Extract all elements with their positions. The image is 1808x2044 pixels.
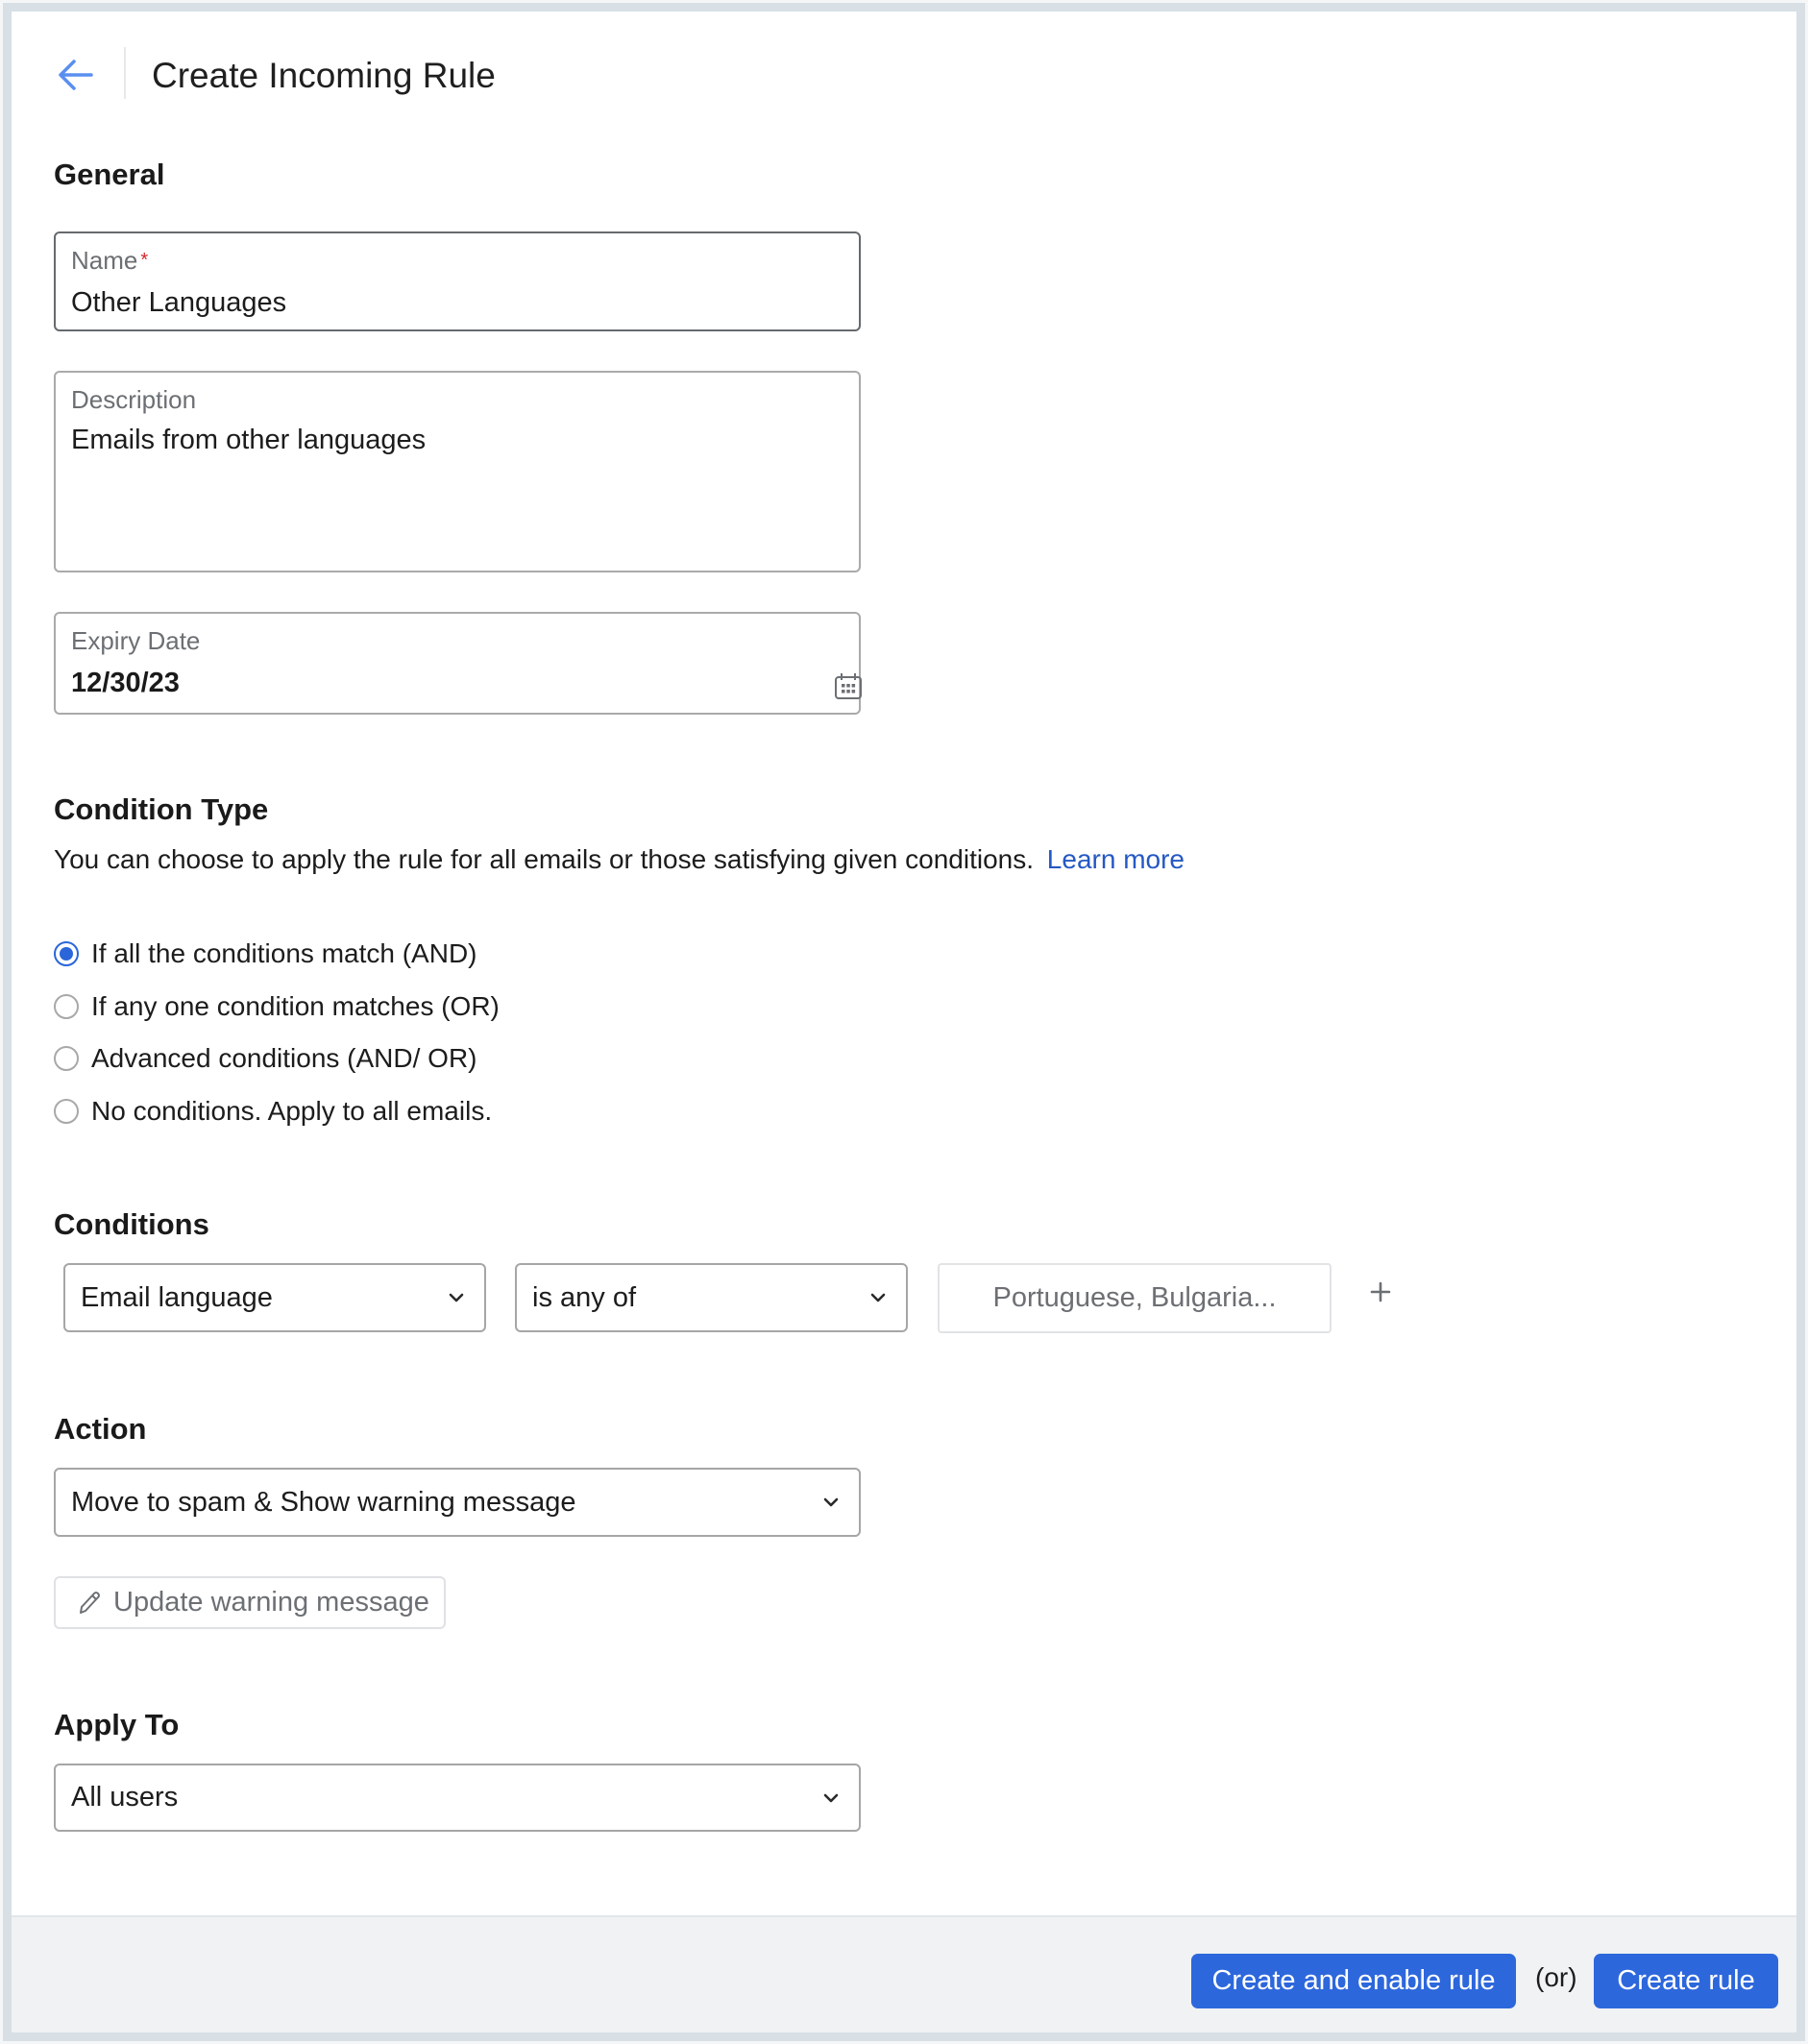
- radio-and[interactable]: If all the conditions match (AND): [54, 935, 477, 973]
- condition-field-value: Email language: [81, 1281, 273, 1313]
- chevron-down-icon: [870, 1293, 886, 1302]
- apply-to-select[interactable]: All users: [54, 1764, 861, 1832]
- condition-type-help: You can choose to apply the rule for all…: [54, 842, 1185, 877]
- action-select[interactable]: Move to spam & Show warning message: [54, 1468, 861, 1537]
- pencil-icon: [80, 1591, 100, 1614]
- condition-value-text: Portuguese, Bulgaria...: [992, 1282, 1277, 1313]
- general-heading: General: [54, 158, 165, 191]
- learn-more-link[interactable]: Learn more: [1047, 844, 1185, 874]
- page-title: Create Incoming Rule: [152, 56, 496, 95]
- plus-icon[interactable]: [1368, 1279, 1393, 1304]
- radio-button[interactable]: [54, 1046, 79, 1071]
- description-field[interactable]: Description Emails from other languages: [54, 371, 861, 572]
- radio-label: Advanced conditions (AND/ OR): [91, 1043, 477, 1073]
- expiry-date-label: Expiry Date: [71, 626, 201, 655]
- calendar-icon[interactable]: [834, 671, 863, 700]
- name-field[interactable]: Name * Other Languages: [54, 231, 861, 331]
- radio-label: If all the conditions match (AND): [91, 938, 477, 968]
- radio-button[interactable]: [54, 1099, 79, 1124]
- condition-field-select[interactable]: Email language: [63, 1263, 486, 1332]
- chevron-down-icon: [449, 1293, 464, 1302]
- arrow-left-icon: [59, 60, 93, 90]
- condition-type-help-text: You can choose to apply the rule for all…: [54, 844, 1035, 874]
- radio-label: If any one condition matches (OR): [91, 991, 500, 1021]
- apply-to-value: All users: [71, 1782, 179, 1813]
- conditions-heading: Conditions: [54, 1207, 209, 1241]
- radio-label: No conditions. Apply to all emails.: [91, 1096, 493, 1126]
- action-heading: Action: [54, 1412, 147, 1446]
- condition-type-heading: Condition Type: [54, 792, 269, 826]
- radio-no-conditions[interactable]: No conditions. Apply to all emails.: [54, 1092, 492, 1131]
- name-value[interactable]: Other Languages: [71, 285, 286, 320]
- apply-to-heading: Apply To: [54, 1708, 180, 1741]
- radio-button-checked[interactable]: [54, 941, 79, 966]
- radio-or[interactable]: If any one condition matches (OR): [54, 987, 500, 1026]
- footer-bar: [12, 1915, 1796, 2032]
- chevron-down-icon: [823, 1793, 839, 1802]
- back-button[interactable]: [55, 56, 95, 94]
- chevron-down-icon: [823, 1497, 839, 1507]
- or-separator: (or): [1535, 1962, 1577, 1992]
- action-value: Move to spam & Show warning message: [71, 1486, 576, 1518]
- radio-button[interactable]: [54, 994, 79, 1019]
- radio-advanced[interactable]: Advanced conditions (AND/ OR): [54, 1039, 477, 1078]
- update-warning-message-button[interactable]: Update warning message: [54, 1576, 446, 1629]
- name-label: Name *: [71, 246, 149, 275]
- expiry-date-value[interactable]: 12/30/23: [71, 666, 180, 700]
- header-divider: [124, 47, 126, 99]
- create-and-enable-rule-button[interactable]: Create and enable rule: [1191, 1954, 1516, 2008]
- description-value[interactable]: Emails from other languages: [71, 423, 426, 457]
- update-warning-message-label: Update warning message: [113, 1587, 429, 1618]
- required-marker: *: [140, 250, 149, 271]
- condition-value-input[interactable]: Portuguese, Bulgaria...: [938, 1263, 1332, 1333]
- expiry-date-field[interactable]: Expiry Date 12/30/23: [54, 612, 863, 715]
- create-rule-button[interactable]: Create rule: [1594, 1954, 1778, 2008]
- condition-operator-select[interactable]: is any of: [515, 1263, 908, 1332]
- description-label: Description: [71, 385, 197, 414]
- condition-operator-value: is any of: [532, 1281, 636, 1313]
